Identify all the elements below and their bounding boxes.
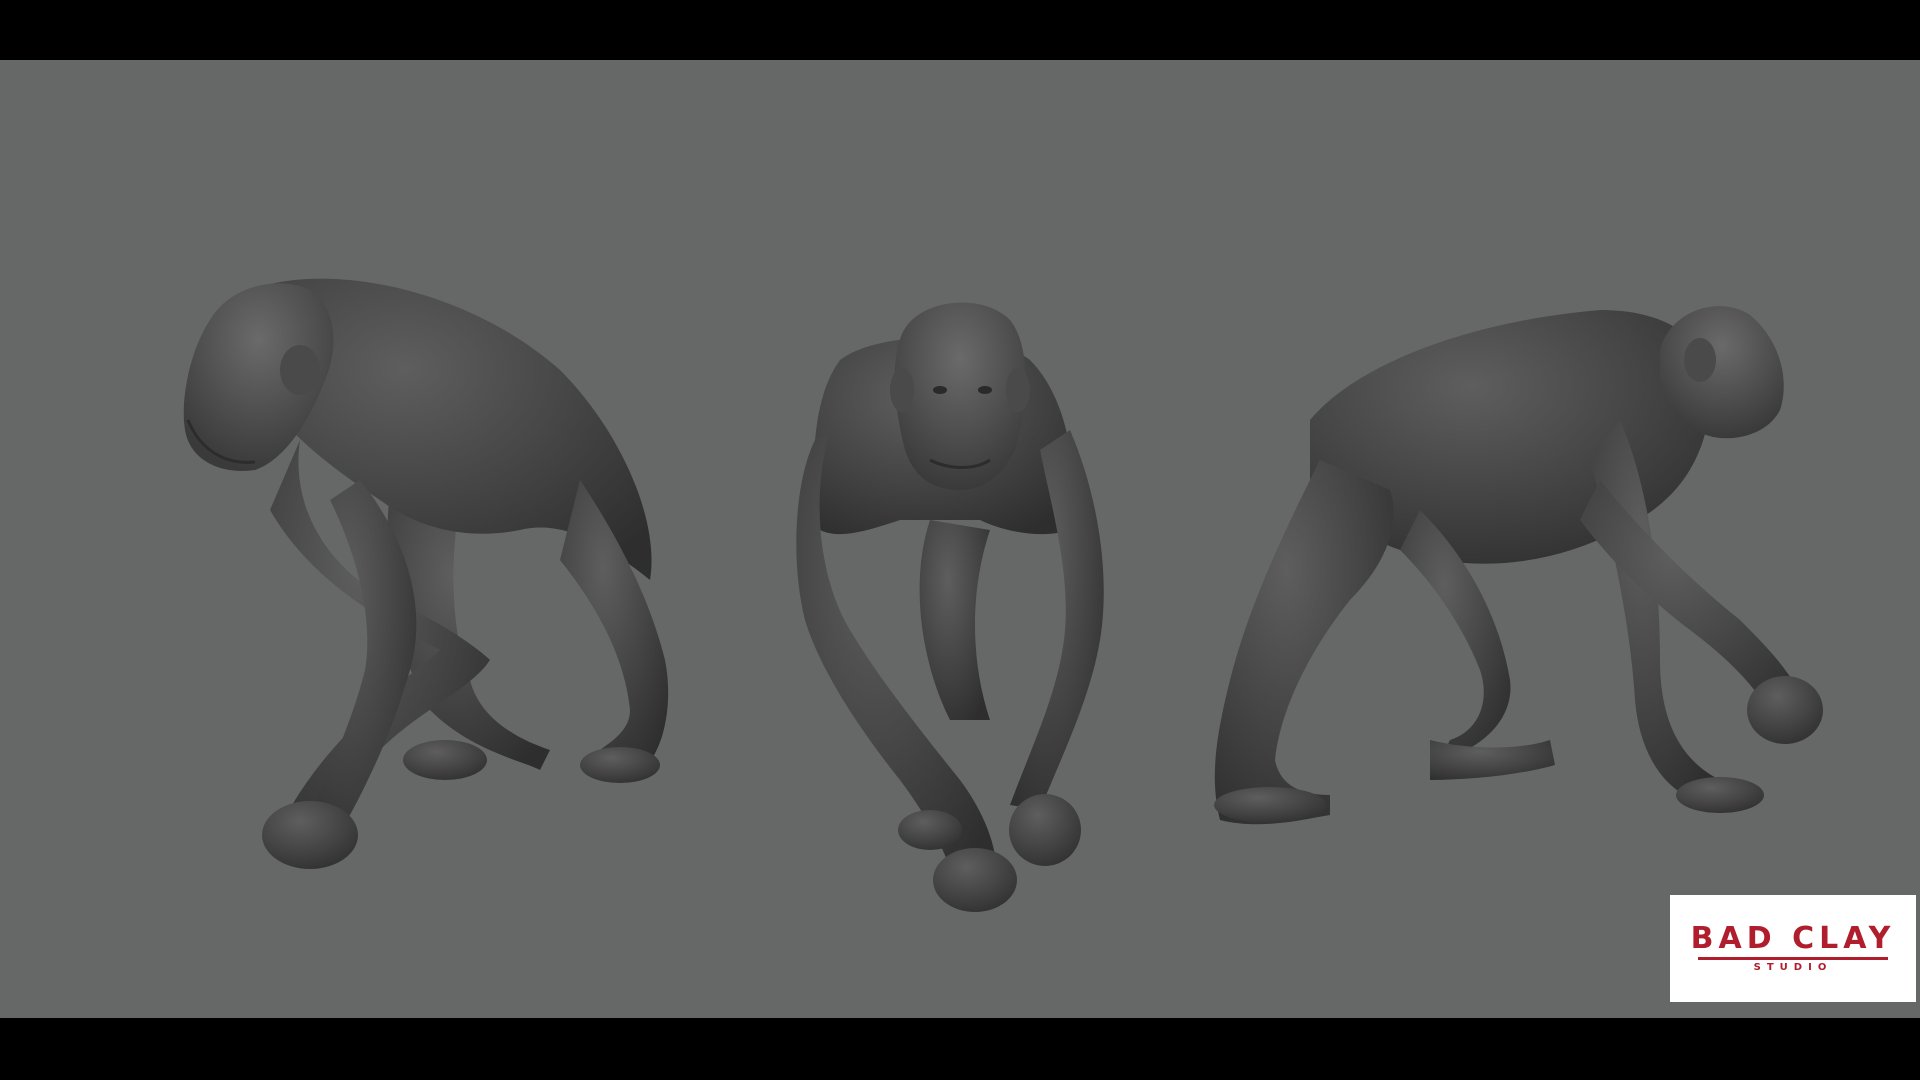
logo-divider <box>1698 957 1888 960</box>
studio-logo-watermark: BAD CLAY STUDIO <box>1670 895 1916 1002</box>
sculpt-renders <box>183 278 1823 912</box>
chimp-right-view <box>1214 306 1823 825</box>
logo-sub-text: STUDIO <box>1753 962 1833 973</box>
render-viewport <box>0 60 1920 1018</box>
chimp-front-view <box>796 302 1104 912</box>
image-frame: BAD CLAY STUDIO <box>0 0 1920 1080</box>
logo-main-text: BAD CLAY <box>1690 921 1896 956</box>
chimp-left-view <box>183 278 669 869</box>
